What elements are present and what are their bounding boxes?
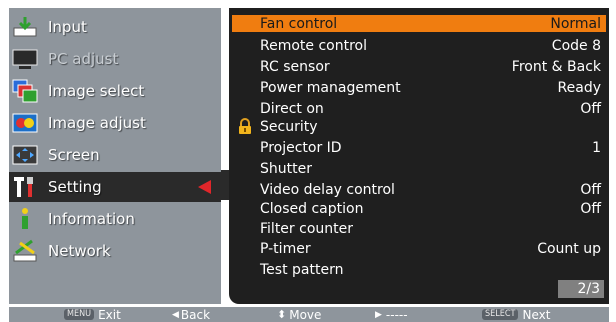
guide-exit: MENU Exit — [64, 307, 121, 322]
sidebar-item-label: Information — [48, 210, 135, 228]
sidebar-item-label: PC adjust — [48, 50, 119, 68]
information-icon — [12, 207, 38, 231]
menu-row-projector-id[interactable]: Projector ID 1 — [232, 139, 606, 156]
menu-row-label: P-timer — [260, 240, 311, 257]
menu-button-tag: MENU — [64, 309, 95, 320]
menu-row-label: Shutter — [260, 160, 312, 177]
sidebar-menu: Input PC adjust Image select Image adjus… — [9, 8, 221, 304]
menu-row-value: Off — [580, 181, 601, 198]
menu-row-label: Closed caption — [260, 200, 364, 217]
menu-row-label: Direct on — [260, 100, 324, 117]
guide-next: SELECT Next — [482, 307, 550, 322]
menu-row-label: Remote control — [260, 37, 367, 54]
menu-row-direct-on[interactable]: Direct on Off — [232, 100, 606, 117]
menu-row-label: Fan control — [260, 15, 338, 32]
sidebar-item-label: Network — [48, 242, 111, 260]
up-down-arrow-icon: ⬍ — [277, 308, 287, 321]
menu-row-value: 1 — [592, 139, 601, 156]
menu-row-video-delay-control[interactable]: Video delay control Off — [232, 181, 606, 198]
menu-row-value: Off — [580, 200, 601, 217]
guide-right-label: ----- — [385, 307, 408, 322]
menu-row-value: Code 8 — [551, 37, 601, 54]
menu-row-label: Test pattern — [260, 261, 344, 278]
setting-icon — [12, 175, 38, 199]
input-icon — [12, 15, 38, 39]
menu-row-label: Security — [260, 118, 318, 135]
menu-row-rc-sensor[interactable]: RC sensor Front & Back — [232, 58, 606, 75]
menu-row-value: Count up — [537, 240, 601, 257]
guide-right: ▶ ----- — [375, 307, 408, 322]
menu-row-label: RC sensor — [260, 58, 330, 75]
menu-row-security[interactable]: Security — [232, 118, 606, 135]
sidebar-item-label: Image adjust — [48, 114, 146, 132]
monitor-icon — [12, 47, 38, 71]
menu-row-shutter[interactable]: Shutter — [232, 160, 606, 177]
select-button-tag: SELECT — [482, 309, 519, 320]
sidebar-item-label: Input — [48, 18, 87, 36]
right-arrow-icon: ▶ — [375, 309, 382, 320]
button-guide-bar: MENU Exit ◀ Back ⬍ Move ▶ ----- SELECT N… — [9, 307, 609, 322]
menu-row-label: Projector ID — [260, 139, 342, 156]
menu-row-filter-counter[interactable]: Filter counter — [232, 220, 606, 237]
guide-back-label: Back — [180, 307, 211, 322]
sidebar-item-label: Image select — [48, 82, 145, 100]
image-adjust-icon — [12, 111, 38, 135]
sidebar-item-image-adjust[interactable]: Image adjust — [9, 108, 221, 138]
sidebar-item-setting[interactable]: Setting — [9, 172, 221, 202]
menu-row-power-management[interactable]: Power management Ready — [232, 79, 606, 96]
sidebar-item-label: Setting — [48, 178, 102, 196]
sidebar-item-information[interactable]: Information — [9, 204, 221, 234]
sidebar-item-screen[interactable]: Screen — [9, 140, 221, 170]
guide-move-label: Move — [289, 307, 322, 322]
menu-row-closed-caption[interactable]: Closed caption Off — [232, 200, 606, 217]
menu-row-label: Video delay control — [260, 181, 395, 198]
lock-icon — [236, 118, 254, 135]
sidebar-item-input[interactable]: Input — [9, 12, 221, 42]
page-indicator: 2/3 — [558, 280, 604, 298]
guide-exit-label: Exit — [98, 307, 121, 322]
screen-icon — [12, 143, 38, 167]
menu-row-value: Ready — [557, 79, 601, 96]
selection-pointer-icon — [198, 180, 211, 194]
menu-row-p-timer[interactable]: P-timer Count up — [232, 240, 606, 257]
menu-row-value: Normal — [550, 15, 601, 32]
menu-row-fan-control[interactable]: Fan control Normal — [232, 15, 606, 32]
menu-row-value: Front & Back — [511, 58, 601, 75]
menu-row-value: Off — [580, 100, 601, 117]
menu-row-label: Power management — [260, 79, 401, 96]
setting-menu-panel: Fan control Normal Remote control Code 8… — [229, 8, 609, 304]
sidebar-item-pc-adjust[interactable]: PC adjust — [9, 44, 221, 74]
menu-row-remote-control[interactable]: Remote control Code 8 — [232, 37, 606, 54]
network-icon — [12, 239, 38, 263]
guide-next-label: Next — [522, 307, 551, 322]
sidebar-item-image-select[interactable]: Image select — [9, 76, 221, 106]
menu-row-label: Filter counter — [260, 220, 353, 237]
left-arrow-icon: ◀ — [172, 309, 179, 320]
image-select-icon — [12, 79, 38, 103]
menu-row-test-pattern[interactable]: Test pattern — [232, 261, 606, 278]
guide-back: ◀ Back — [172, 307, 210, 322]
sidebar-item-label: Screen — [48, 146, 100, 164]
guide-move: ⬍ Move — [277, 307, 321, 322]
sidebar-item-network[interactable]: Network — [9, 236, 221, 266]
